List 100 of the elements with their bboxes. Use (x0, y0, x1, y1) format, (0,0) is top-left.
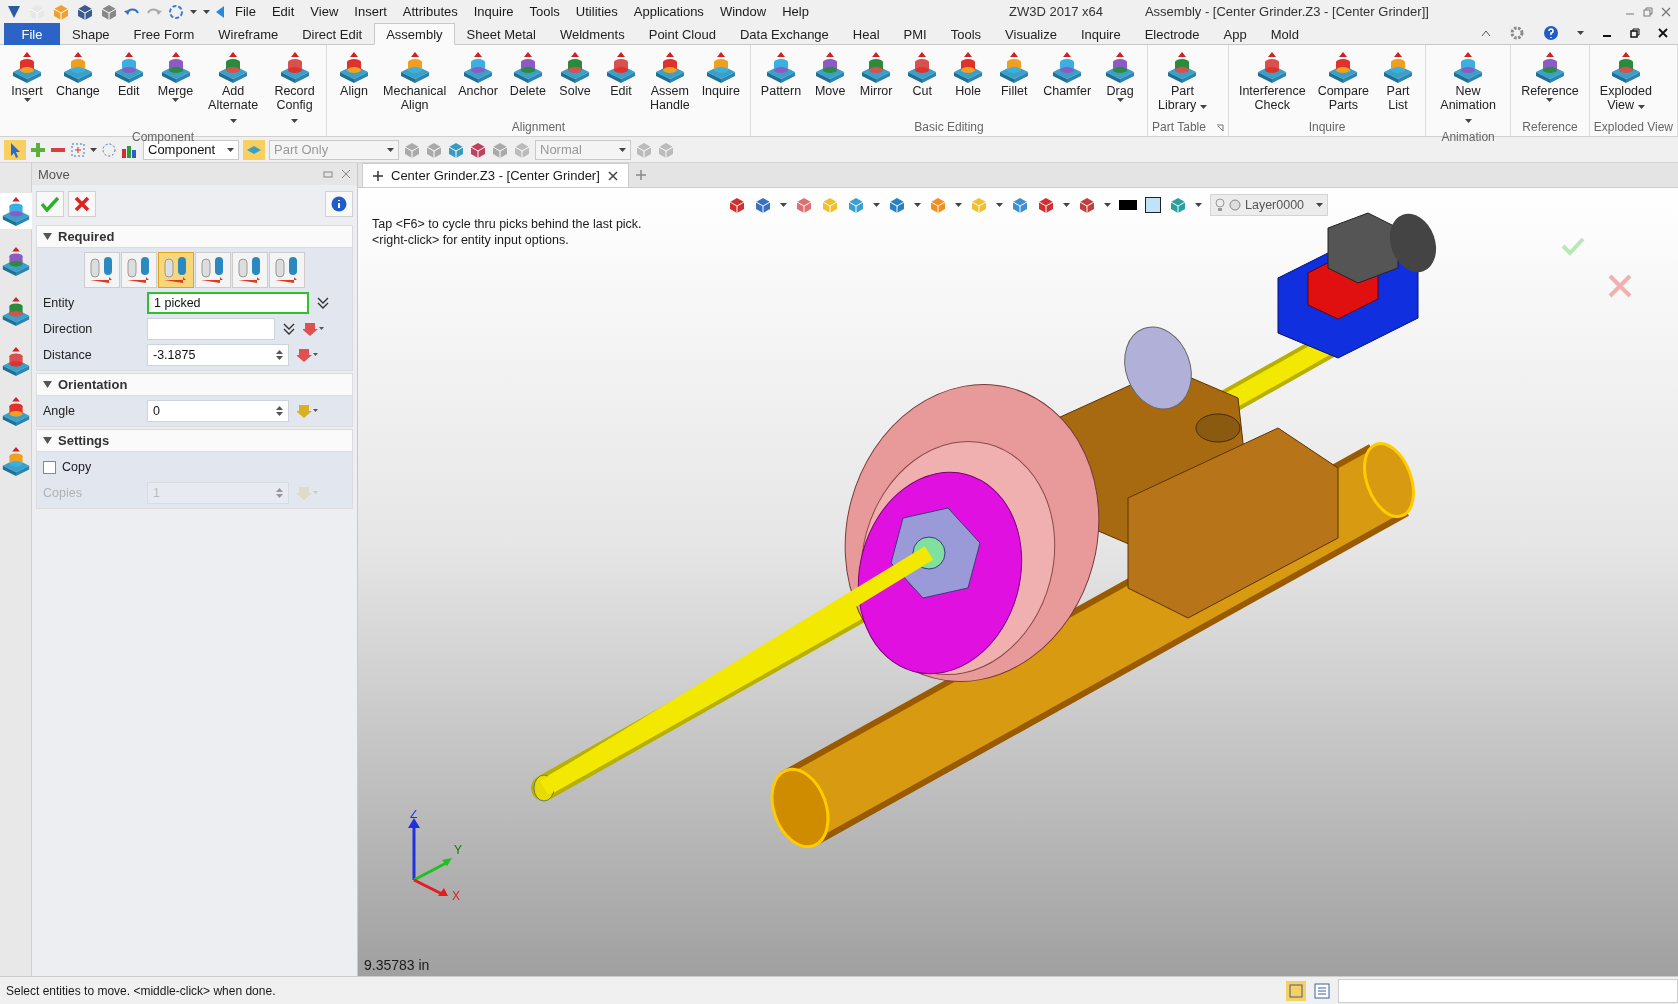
close-icon[interactable] (607, 170, 618, 181)
ribbon-button[interactable]: Move (807, 47, 854, 101)
method-button[interactable] (269, 252, 305, 288)
cube-icon[interactable] (847, 196, 865, 214)
method-button[interactable] (195, 252, 231, 288)
spinner-icon[interactable] (276, 405, 283, 417)
menu-item[interactable]: Utilities (570, 4, 623, 19)
menu-item[interactable]: Edit (266, 4, 300, 19)
layer-dropdown[interactable]: Layer0000 (1210, 194, 1328, 216)
ribbon-tab[interactable]: Data Exchange (727, 23, 841, 45)
layout-icon[interactable] (1286, 980, 1306, 1001)
3d-viewport[interactable]: Layer0000 Tap <F6> to cycle thru picks behind the last pick. <right-click> for entity input options. Z Y X 9.35783 in (358, 188, 1678, 976)
pointer-icon[interactable] (4, 139, 26, 160)
ribbon-button[interactable]: Interference Check (1232, 47, 1312, 115)
ribbon-button[interactable]: Merge (151, 47, 200, 105)
ribbon-button[interactable]: Part Library (1152, 47, 1213, 115)
color-swatch-icon[interactable] (1119, 200, 1137, 210)
ribbon-button[interactable]: Reference (1515, 47, 1585, 105)
box-select-icon[interactable] (70, 141, 86, 158)
side-tab[interactable] (0, 193, 32, 229)
ribbon-tab[interactable]: Weldments (547, 23, 637, 45)
ribbon-button[interactable]: Edit (598, 47, 644, 101)
ribbon-button[interactable]: Insert (4, 47, 50, 105)
ok-button[interactable] (36, 191, 64, 217)
menu-item[interactable]: Applications (628, 4, 709, 19)
color-swatch-icon[interactable] (1145, 197, 1161, 213)
ribbon-tab[interactable]: Tools (938, 23, 994, 45)
ribbon-tab[interactable]: Shape (60, 23, 122, 45)
ribbon-tab[interactable]: Inquire (1068, 23, 1133, 45)
method-button[interactable] (121, 252, 157, 288)
ribbon-tab[interactable]: Visualize (993, 23, 1069, 45)
method-button[interactable] (232, 252, 268, 288)
section-header[interactable]: Orientation (36, 373, 353, 396)
ribbon-button[interactable]: Solve (552, 47, 598, 101)
part-select-icon[interactable] (243, 139, 265, 160)
ribbon-tab[interactable]: Free Form (121, 23, 207, 45)
cube-icon[interactable] (888, 196, 906, 214)
ribbon-button[interactable]: Drag (1097, 47, 1144, 105)
ribbon-button[interactable]: Pattern (754, 47, 808, 101)
method-button[interactable] (158, 252, 194, 288)
ribbon-button[interactable]: Record Config (267, 47, 322, 129)
close-icon[interactable] (1658, 28, 1668, 38)
ribbon-tab[interactable]: File (4, 23, 60, 45)
menu-item[interactable]: Help (777, 4, 814, 19)
pick-icon[interactable] (297, 348, 319, 362)
ribbon-button[interactable]: Change (50, 47, 106, 101)
method-button[interactable] (84, 252, 120, 288)
ribbon-tab[interactable]: Point Cloud (636, 23, 728, 45)
list-icon[interactable] (1314, 982, 1330, 999)
chevrons-icon[interactable] (283, 322, 295, 336)
ribbon-button[interactable]: Add Alternate (199, 47, 268, 129)
ribbon-button[interactable]: Mechanical Align (377, 47, 453, 115)
left-arrow-icon[interactable] (216, 5, 224, 18)
check-icon[interactable] (1561, 236, 1585, 256)
section-header[interactable]: Settings (36, 429, 353, 452)
info-button[interactable] (325, 191, 353, 217)
ribbon-button[interactable]: Fillet (991, 47, 1038, 101)
menu-item[interactable]: Attributes (397, 4, 463, 19)
pick-icon[interactable] (297, 404, 319, 418)
ribbon-tab[interactable]: Sheet Metal (454, 23, 548, 45)
ribbon-tab[interactable]: Wireframe (206, 23, 291, 45)
ribbon-button[interactable]: Mirror (853, 47, 900, 101)
ribbon-tab[interactable]: Direct Edit (290, 23, 375, 45)
menu-item[interactable]: Tools (524, 4, 565, 19)
cube-icon[interactable] (821, 196, 839, 214)
section-header[interactable]: Required (36, 225, 353, 248)
ribbon-button[interactable]: Align (331, 47, 377, 101)
ribbon-button[interactable]: Assem Handle (644, 47, 696, 115)
ribbon-button[interactable]: Anchor (452, 47, 504, 101)
menu-item[interactable]: View (305, 4, 344, 19)
cancel-button[interactable] (68, 191, 96, 217)
ribbon-button[interactable]: Compare Parts (1311, 47, 1376, 115)
ribbon-tab[interactable]: Heal (840, 23, 892, 45)
launcher-icon[interactable] (1215, 124, 1224, 132)
ribbon-button[interactable]: Inquire (695, 47, 746, 101)
dock-icon[interactable] (323, 169, 333, 179)
ribbon-tab[interactable]: PMI (891, 23, 939, 45)
ribbon-button[interactable]: Delete (503, 47, 552, 101)
input-field[interactable]: 1 picked (147, 292, 309, 314)
document-tab[interactable]: Center Grinder.Z3 - [Center Grinder] (362, 163, 629, 187)
ribbon-button[interactable]: Part List (1375, 47, 1422, 115)
ribbon-button[interactable]: New Animation (1430, 47, 1507, 129)
ribbon-button[interactable]: Edit (105, 47, 152, 101)
menu-item[interactable]: File (230, 4, 261, 19)
checkbox[interactable] (43, 460, 56, 474)
plus-icon[interactable] (30, 141, 46, 158)
lasso-icon[interactable] (101, 141, 117, 158)
restore-icon[interactable] (1630, 28, 1640, 38)
pick-icon[interactable] (303, 322, 325, 336)
ribbon-tab[interactable]: Electrode (1132, 23, 1212, 45)
chevrons-icon[interactable] (317, 296, 329, 310)
input-field[interactable]: -3.1875 (147, 344, 289, 366)
help-icon[interactable] (1543, 25, 1559, 41)
collapse-icon[interactable] (1481, 29, 1491, 37)
spinner-icon[interactable] (276, 349, 283, 361)
ribbon-button[interactable]: Chamfer (1037, 47, 1098, 101)
input-field[interactable] (1338, 978, 1678, 1003)
input-field[interactable] (147, 318, 275, 340)
ribbon-button[interactable]: Cut (899, 47, 946, 101)
add-tab-icon[interactable] (634, 169, 647, 181)
